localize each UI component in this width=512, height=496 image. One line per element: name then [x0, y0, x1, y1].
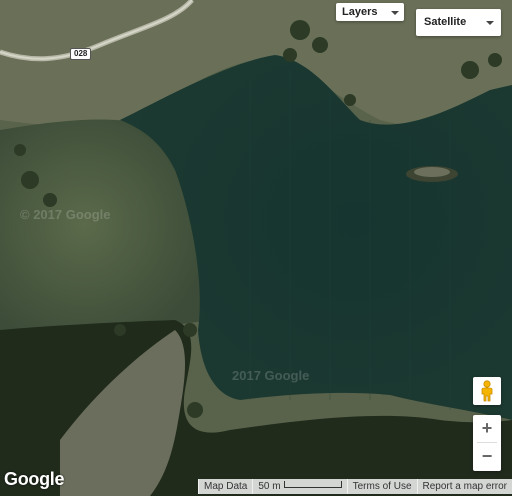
zoom-control: + −	[473, 415, 501, 471]
scale-bar	[283, 481, 342, 488]
zoom-out-button[interactable]: −	[473, 443, 501, 470]
road-number-label: 028	[70, 48, 92, 60]
terms-of-use-link[interactable]: Terms of Use	[346, 479, 417, 494]
street-view-pegman-button[interactable]	[473, 377, 501, 405]
map-data-link[interactable]: Map Data	[198, 479, 253, 494]
map-type-dropdown[interactable]: Satellite	[416, 9, 501, 36]
layers-dropdown[interactable]: Layers	[336, 3, 404, 21]
satellite-map[interactable]: 028 © 2017 Google 2017 Google Layers Sat…	[0, 0, 512, 496]
report-map-error-link[interactable]: Report a map error	[416, 479, 512, 494]
chevron-down-icon	[486, 21, 494, 25]
scale-control[interactable]: 50 m	[252, 479, 347, 494]
scale-label: 50 m	[258, 481, 281, 492]
layers-label: Layers	[342, 6, 378, 18]
map-footer: Map Data 50 m Terms of Use Report a map …	[198, 479, 512, 494]
map-type-label: Satellite	[424, 16, 467, 28]
google-logo: Google	[4, 469, 65, 489]
chevron-down-icon	[391, 11, 399, 15]
map-watermark: 2017 Google	[232, 368, 310, 383]
map-watermark: © 2017 Google	[20, 207, 111, 222]
satellite-imagery	[0, 0, 512, 496]
zoom-in-button[interactable]: +	[473, 415, 501, 442]
pegman-icon	[481, 380, 493, 402]
